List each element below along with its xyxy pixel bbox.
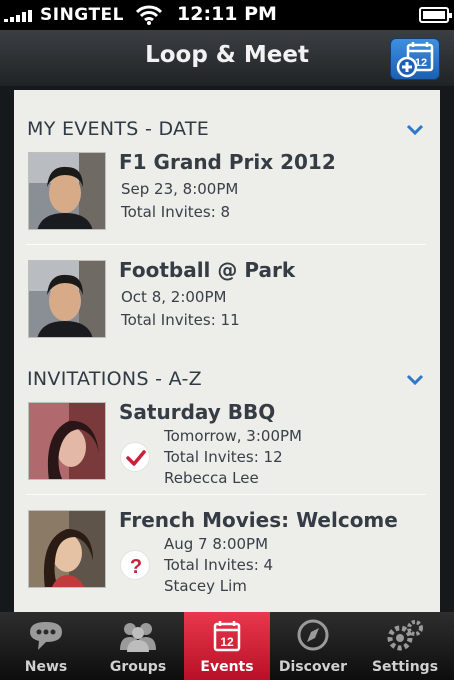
- page-title: Loop & Meet: [145, 42, 309, 68]
- people-icon: [120, 623, 156, 652]
- invitation-title: French Movies: Welcome: [119, 508, 398, 532]
- event-datetime: Sep 23, 8:00PM: [121, 180, 239, 198]
- invitation-host: Stacey Lim: [164, 577, 247, 595]
- section-header-my-events: MY EVENTS - DATE: [27, 118, 210, 140]
- avatar-woman-icon: [29, 403, 105, 479]
- calendar-add-icon: 12: [396, 42, 434, 78]
- events-list: MY EVENTS - DATE F1 Grand Prix 2012 Sep …: [14, 90, 440, 612]
- tab-bar: News Groups 12 Events Discover Settings: [0, 612, 454, 680]
- speech-bubble-icon: [30, 622, 62, 650]
- status-bar: SINGTEL 12:11 PM: [0, 0, 454, 30]
- accepted-status[interactable]: [120, 442, 150, 472]
- event-datetime: Oct 8, 2:00PM: [121, 288, 227, 306]
- invitation-host: Rebecca Lee: [164, 469, 259, 487]
- chevron-down-icon[interactable]: [406, 374, 424, 386]
- event-invites: Total Invites: 11: [121, 311, 240, 329]
- event-invites: Total Invites: 8: [121, 203, 231, 221]
- avatar-man-icon: [29, 261, 105, 337]
- tab-label: Discover: [278, 659, 348, 675]
- compass-icon: [297, 619, 329, 651]
- calendar-badge: 12: [220, 635, 234, 649]
- invitation-datetime: Aug 7 8:00PM: [164, 535, 269, 553]
- tab-settings[interactable]: Settings: [356, 612, 454, 680]
- tab-groups[interactable]: Groups: [92, 612, 184, 680]
- avatar: [28, 260, 106, 338]
- tab-label: News: [24, 659, 68, 675]
- tab-label: Events: [200, 659, 254, 675]
- tab-label: Settings: [371, 659, 439, 675]
- event-title: Football @ Park: [119, 258, 296, 282]
- avatar: [28, 510, 106, 588]
- question-icon: ?: [130, 556, 142, 578]
- invitation-invites: Total Invites: 4: [164, 556, 274, 574]
- section-header-invitations: INVITATIONS - A-Z: [27, 368, 202, 390]
- calendar-icon: 12: [213, 621, 241, 652]
- avatar-man-icon: [29, 153, 105, 229]
- add-event-button[interactable]: 12: [390, 38, 440, 80]
- battery-icon: [419, 7, 452, 23]
- pending-status[interactable]: ?: [120, 550, 150, 580]
- tab-label: Groups: [109, 659, 167, 675]
- invitation-invites: Total Invites: 12: [164, 448, 283, 466]
- nav-bar: Loop & Meet: [0, 30, 454, 86]
- tab-events[interactable]: 12 Events: [184, 612, 270, 680]
- svg-text:?: ?: [130, 556, 142, 578]
- tab-news[interactable]: News: [0, 612, 92, 680]
- check-icon: [126, 450, 146, 466]
- invitation-datetime: Tomorrow, 3:00PM: [164, 427, 302, 445]
- gears-icon: [387, 620, 423, 651]
- avatar: [28, 152, 106, 230]
- event-title: F1 Grand Prix 2012: [119, 150, 336, 174]
- chevron-down-icon[interactable]: [406, 124, 424, 136]
- divider: [26, 494, 426, 495]
- status-time: 12:11 PM: [177, 3, 277, 25]
- tab-discover[interactable]: Discover: [270, 612, 356, 680]
- avatar-woman-icon: [29, 511, 105, 587]
- invitation-title: Saturday BBQ: [119, 400, 276, 424]
- divider: [26, 244, 426, 245]
- avatar: [28, 402, 106, 480]
